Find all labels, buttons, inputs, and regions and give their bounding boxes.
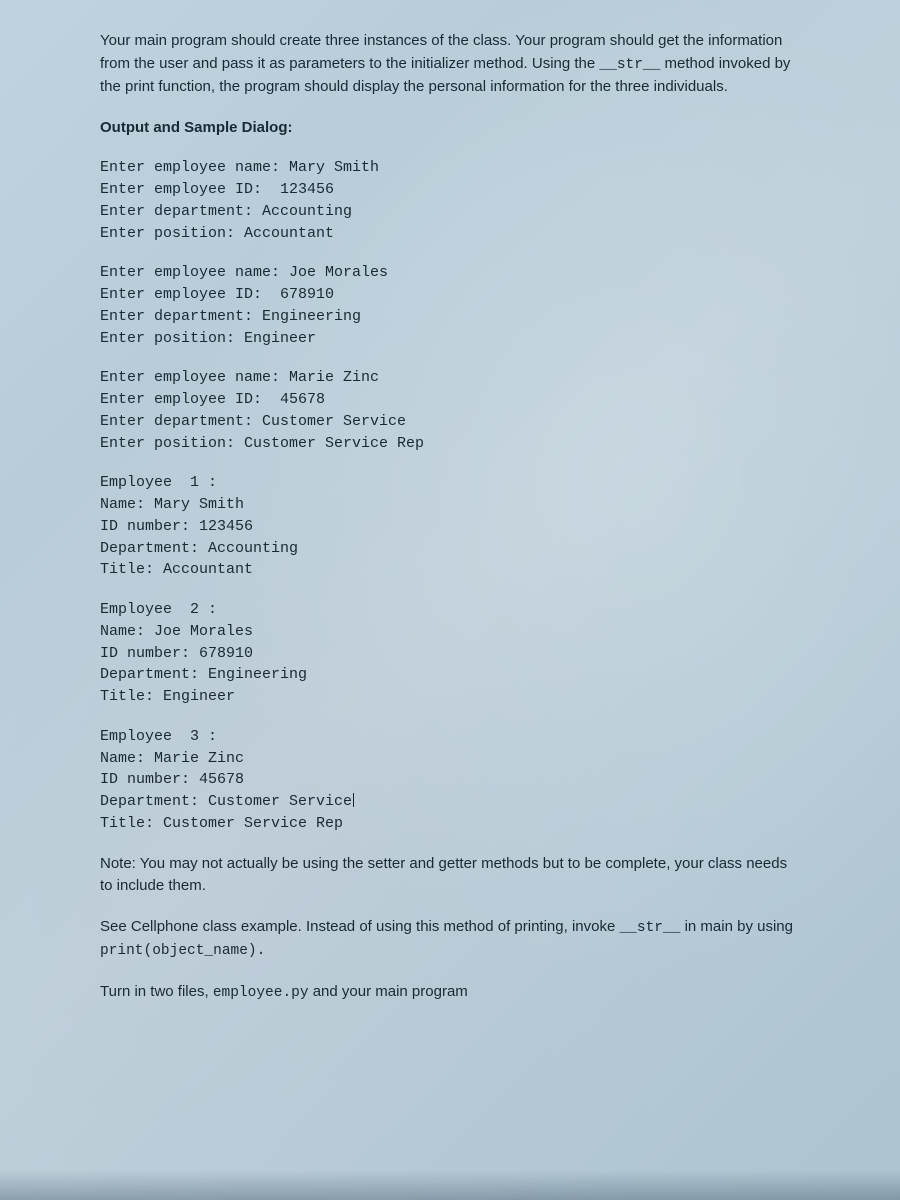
dialog-entry-3: Enter employee name: Marie Zinc Enter em… [100,367,800,454]
see-paragraph: See Cellphone class example. Instead of … [100,916,800,964]
output-heading: Output and Sample Dialog: [100,117,800,140]
dialog-output-1: Employee 1 : Name: Mary Smith ID number:… [100,472,800,581]
dialog-entry-2: Enter employee name: Joe Morales Enter e… [100,262,800,349]
dialog-output-3a: Employee 3 : Name: Marie Zinc ID number:… [100,728,352,810]
intro-code-str: __str__ [599,57,660,73]
see-text-b: in main by using [680,918,793,935]
see-text-a: See Cellphone class example. Instead of … [100,918,619,935]
screen-bottom-edge [0,1170,900,1200]
turnin-text-b: and your main program [309,983,468,1000]
turnin-text-a: Turn in two files, [100,983,213,1000]
dialog-output-3: Employee 3 : Name: Marie Zinc ID number:… [100,726,800,835]
turnin-paragraph: Turn in two files, employee.py and your … [100,981,800,1005]
see-code-str: __str__ [619,920,680,936]
dialog-output-3b: Title: Customer Service Rep [100,815,343,832]
text-cursor [353,793,354,807]
turnin-code: employee.py [213,985,309,1001]
note-paragraph: Note: You may not actually be using the … [100,853,800,898]
intro-paragraph: Your main program should create three in… [100,30,800,99]
dialog-output-2: Employee 2 : Name: Joe Morales ID number… [100,599,800,708]
dialog-entry-1: Enter employee name: Mary Smith Enter em… [100,157,800,244]
see-code-print: print(object_name). [100,943,265,959]
